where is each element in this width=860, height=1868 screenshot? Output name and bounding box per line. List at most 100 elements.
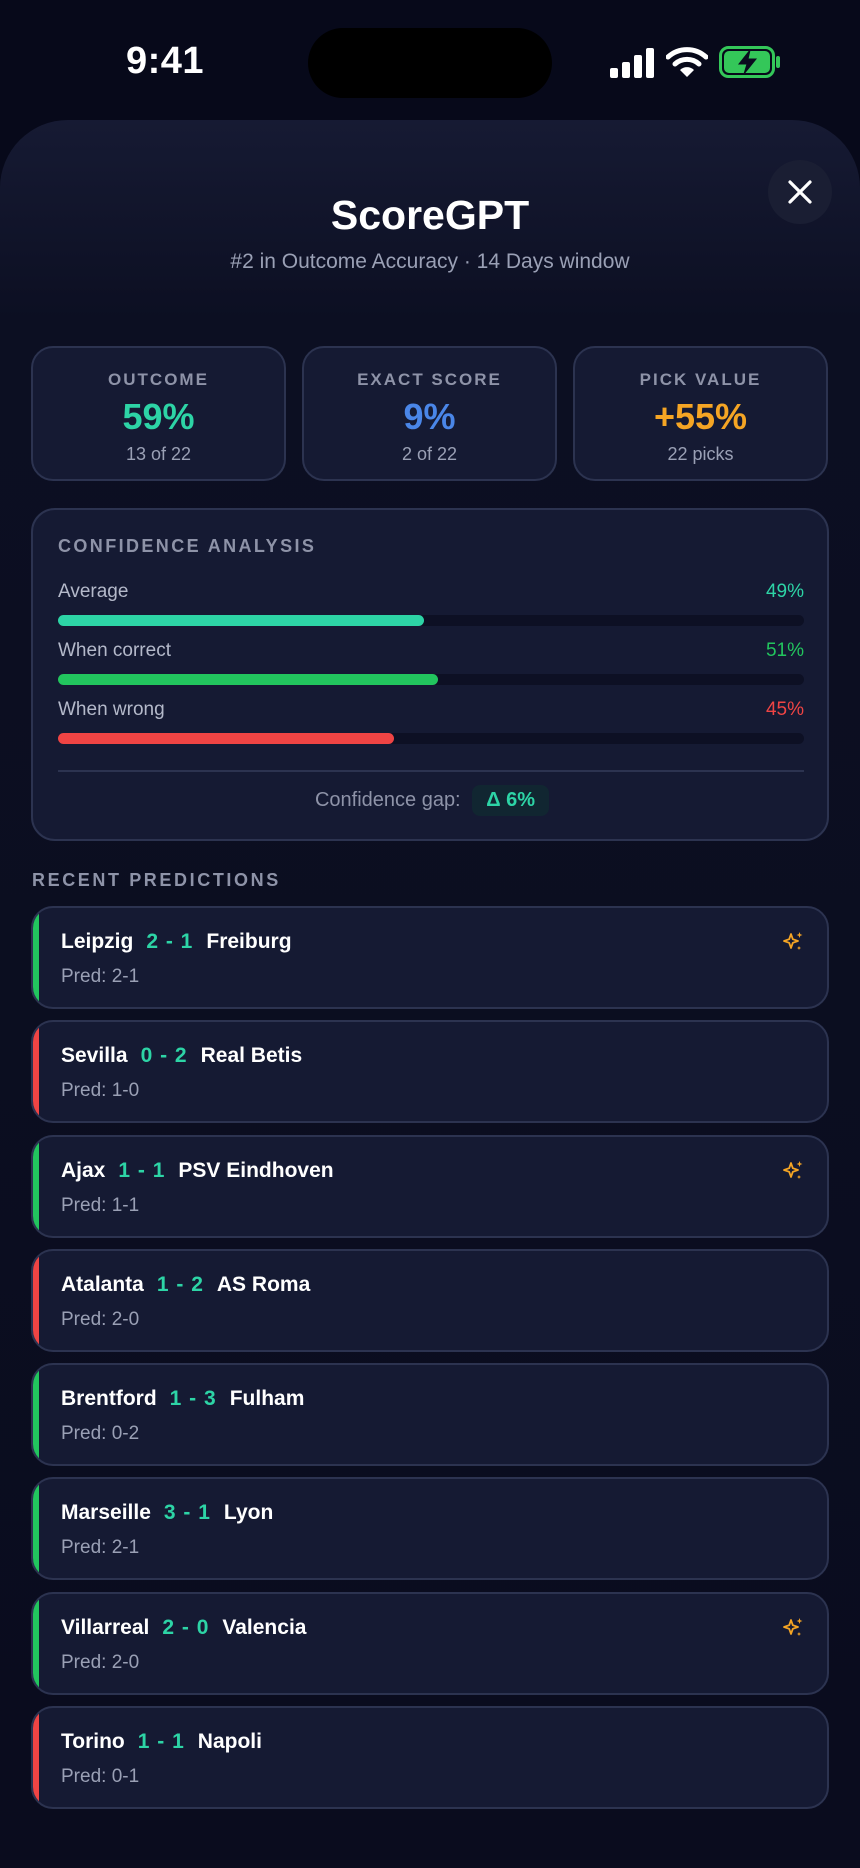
predicted-score: Pred: 0-1 — [61, 1766, 140, 1788]
result-indicator — [33, 1365, 39, 1465]
model-detail-sheet: ScoreGPT #2 in Outcome Accuracy · 14 Day… — [0, 120, 860, 1868]
confidence-label: Average — [58, 581, 129, 602]
result-indicator — [33, 908, 39, 1007]
home-team: Sevilla — [61, 1044, 128, 1068]
confidence-gap-badge: Δ 6% — [472, 785, 550, 816]
confidence-bar-track — [58, 733, 804, 744]
prediction-card[interactable]: Ajax 1 - 1 PSV Eindhoven Pred: 1-1 — [31, 1134, 829, 1238]
stat-value: +55% — [653, 396, 748, 437]
stat-label: PICK VALUE — [639, 370, 762, 389]
result-indicator — [33, 1708, 39, 1808]
away-team: AS Roma — [216, 1272, 311, 1296]
prediction-card[interactable]: Marseille 3 - 1 Lyon Pred: 2-1 — [31, 1477, 829, 1581]
away-team: Real Betis — [200, 1044, 303, 1068]
stat-sub: 22 picks — [667, 444, 734, 464]
predicted-score: Pred: 1-0 — [61, 1080, 140, 1102]
final-score: 3 - 1 — [163, 1501, 211, 1525]
confidence-value: 45% — [765, 699, 804, 720]
recent-predictions-list: Leipzig 2 - 1 Freiburg Pred: 2-1 Sevilla 0 - … — [31, 906, 829, 1820]
match-line: Atalanta 1 - 2 AS Roma — [61, 1273, 310, 1297]
battery-charging-icon — [719, 46, 780, 78]
confidence-gap: Confidence gap: Δ 6% — [33, 785, 831, 816]
confidence-bar-fill — [58, 674, 439, 685]
final-score: 1 - 1 — [137, 1730, 185, 1754]
match-line: Brentford 1 - 3 Fulham — [61, 1387, 304, 1411]
home-team: Leipzig — [61, 930, 134, 953]
predicted-score: Pred: 1-1 — [61, 1194, 140, 1216]
stat-sub: 13 of 22 — [125, 444, 192, 464]
confidence-row-correct: When correct 51% — [58, 640, 804, 690]
wifi-icon — [666, 47, 708, 77]
final-score: 2 - 0 — [162, 1615, 210, 1639]
confidence-bar-fill — [58, 733, 394, 744]
final-score: 1 - 3 — [169, 1387, 217, 1411]
stat-label: EXACT SCORE — [357, 370, 502, 389]
result-indicator — [33, 1479, 39, 1579]
prediction-card[interactable]: Sevilla 0 - 2 Real Betis Pred: 1-0 — [31, 1020, 829, 1124]
result-indicator — [33, 1022, 39, 1122]
stat-card-pick-value: PICK VALUE +55% 22 picks — [573, 346, 828, 481]
match-line: Sevilla 0 - 2 Real Betis — [61, 1044, 302, 1068]
prediction-card[interactable]: Villarreal 2 - 0 Valencia Pred: 2-0 — [31, 1591, 829, 1695]
away-team: Fulham — [229, 1387, 305, 1411]
match-line: Marseille 3 - 1 Lyon — [61, 1501, 273, 1525]
sparkle-icon — [783, 932, 803, 950]
confidence-row-wrong: When wrong 45% — [58, 699, 804, 749]
stat-sub: 2 of 22 — [401, 444, 458, 464]
match-line: Ajax 1 - 1 PSV Eindhoven — [61, 1159, 334, 1183]
match-line: Leipzig 2 - 1 Freiburg — [61, 930, 292, 954]
confidence-value: 51% — [765, 640, 804, 661]
prediction-card[interactable]: Torino 1 - 1 Napoli Pred: 0-1 — [31, 1706, 829, 1810]
predicted-score: Pred: 2-0 — [61, 1651, 140, 1673]
stat-card-exact-score: EXACT SCORE 9% 2 of 22 — [302, 346, 557, 481]
home-team: Marseille — [61, 1501, 151, 1525]
confidence-bar-track — [58, 674, 804, 685]
dynamic-island — [308, 28, 552, 98]
confidence-bar-fill — [58, 615, 424, 626]
match-line: Torino 1 - 1 Napoli — [61, 1730, 262, 1754]
predicted-score: Pred: 2-1 — [61, 966, 140, 987]
confidence-bar-track — [58, 615, 804, 626]
cellular-signal-icon — [610, 48, 654, 78]
divider — [58, 770, 804, 772]
final-score: 1 - 1 — [118, 1158, 166, 1182]
stat-value: 59% — [122, 396, 195, 437]
match-line: Villarreal 2 - 0 Valencia — [61, 1616, 306, 1640]
stat-card-outcome: OUTCOME 59% 13 of 22 — [31, 346, 286, 481]
away-team: Valencia — [222, 1615, 307, 1639]
prediction-card[interactable]: Brentford 1 - 3 Fulham Pred: 0-2 — [31, 1363, 829, 1467]
confidence-title: CONFIDENCE ANALYSIS — [58, 536, 317, 556]
final-score: 2 - 1 — [146, 930, 194, 953]
confidence-analysis-card: CONFIDENCE ANALYSIS Average 49% When cor… — [31, 508, 829, 841]
confidence-row-average: Average 49% — [58, 581, 804, 631]
confidence-label: When wrong — [58, 699, 165, 720]
prediction-card[interactable]: Leipzig 2 - 1 Freiburg Pred: 2-1 — [31, 906, 829, 1009]
confidence-label: When correct — [58, 640, 171, 661]
away-team: PSV Eindhoven — [178, 1158, 334, 1182]
home-team: Brentford — [61, 1387, 157, 1411]
page-title: ScoreGPT — [330, 192, 530, 238]
final-score: 1 - 2 — [156, 1272, 204, 1296]
status-time: 9:41 — [126, 40, 205, 82]
page-subtitle: #2 in Outcome Accuracy · 14 Days window — [230, 250, 630, 273]
predicted-score: Pred: 2-1 — [61, 1537, 140, 1559]
confidence-gap-label: Confidence gap: — [314, 789, 461, 811]
away-team: Lyon — [223, 1501, 274, 1525]
predicted-score: Pred: 0-2 — [61, 1423, 140, 1445]
home-team: Atalanta — [61, 1272, 144, 1296]
confidence-value: 49% — [765, 581, 804, 602]
home-team: Ajax — [61, 1158, 106, 1182]
result-indicator — [33, 1136, 39, 1236]
sparkle-icon — [783, 1617, 803, 1636]
result-indicator — [33, 1593, 39, 1693]
recent-predictions-title: RECENT PREDICTIONS — [32, 870, 281, 890]
prediction-card[interactable]: Atalanta 1 - 2 AS Roma Pred: 2-0 — [31, 1248, 829, 1352]
away-team: Napoli — [197, 1730, 262, 1754]
result-indicator — [33, 1250, 39, 1350]
home-team: Torino — [61, 1730, 125, 1754]
stat-label: OUTCOME — [108, 370, 209, 389]
predicted-score: Pred: 2-0 — [61, 1308, 140, 1330]
sparkle-icon — [783, 1160, 803, 1179]
stat-value: 9% — [403, 396, 456, 437]
home-team: Villarreal — [61, 1615, 150, 1639]
